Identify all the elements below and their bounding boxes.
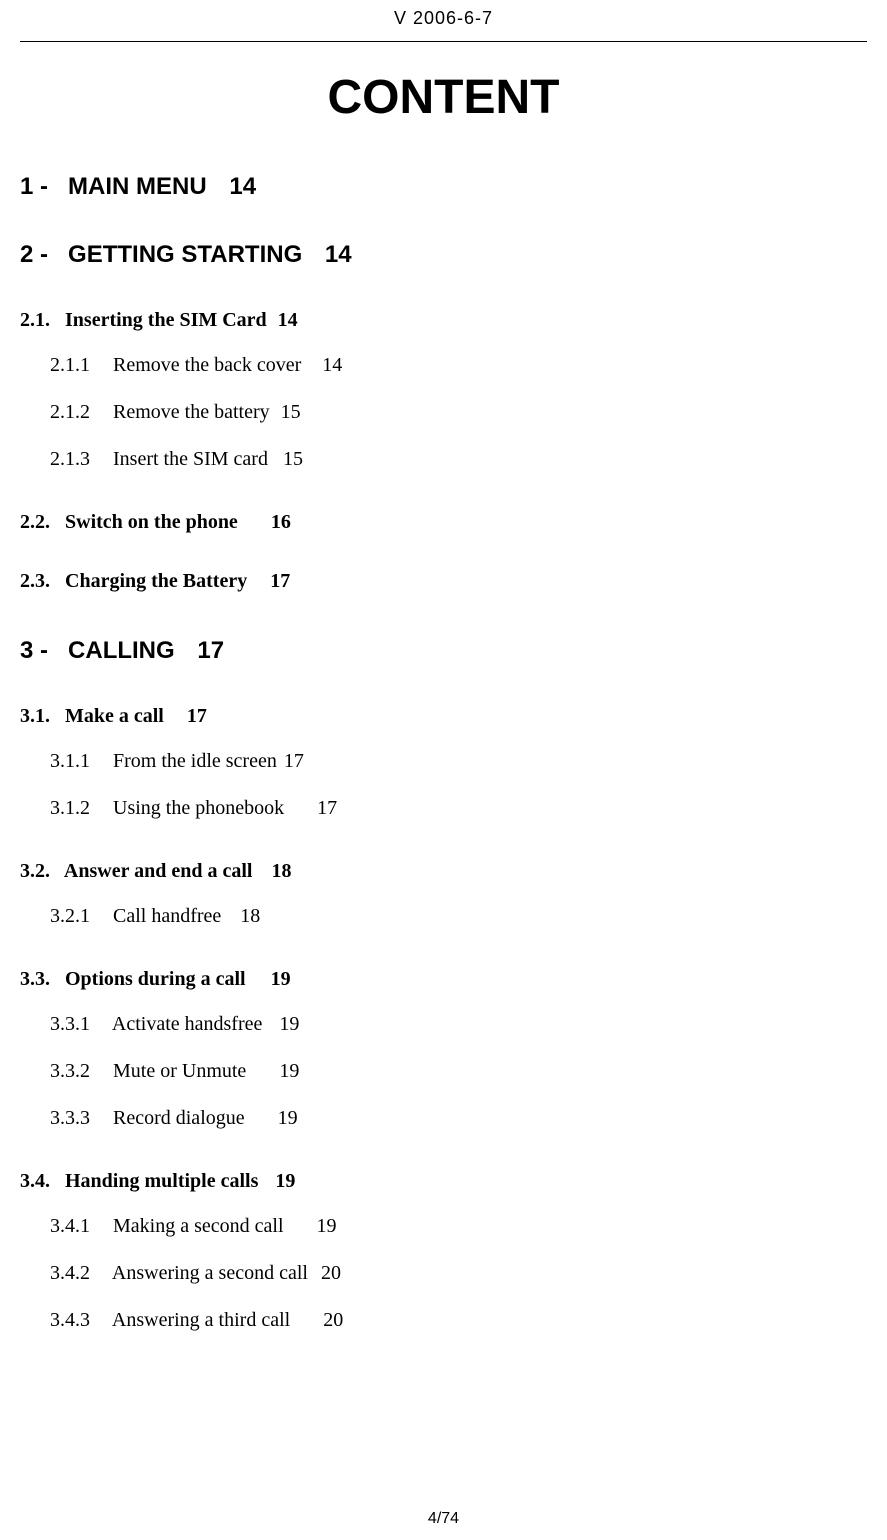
toc-page: 19: [317, 1215, 337, 1237]
toc-title: GETTING STARTING: [68, 241, 302, 268]
toc-page: 17: [197, 637, 224, 664]
toc-page: 14: [325, 241, 352, 268]
toc-number: 2.2: [20, 511, 60, 533]
toc-page: 18: [240, 905, 260, 927]
toc-page: 14: [229, 173, 256, 200]
toc-number: 3.1: [20, 705, 60, 727]
toc-title: From the idle screen: [113, 750, 277, 772]
toc-title: Answer and end a call: [64, 860, 253, 882]
toc-number: 3.2.1: [50, 905, 90, 927]
toc-page: 19: [278, 1107, 298, 1129]
toc-page: 17: [317, 797, 337, 819]
toc-number: 3.3.3: [50, 1107, 90, 1129]
toc-page: 17: [187, 705, 207, 727]
toc-page: 16: [271, 511, 291, 533]
toc-page: 18: [271, 860, 291, 882]
toc-container: 1 MAIN MENU 14 2 GETTING STARTING 14 2.1…: [0, 173, 887, 1332]
toc-page: 14: [278, 309, 298, 331]
toc-number: 3.1.2: [50, 797, 90, 819]
toc-number: 2.1.3: [50, 448, 90, 470]
toc-entry-using-phonebook: 3.1.2 Using the phonebook 17: [20, 797, 867, 820]
toc-number: 3.2: [20, 860, 60, 882]
toc-title: Answering a second call: [112, 1262, 308, 1284]
header-divider: [20, 41, 867, 42]
toc-title: Insert the SIM card: [113, 448, 268, 470]
toc-title: Switch on the phone: [65, 511, 238, 533]
toc-number: 2: [20, 241, 61, 268]
toc-title: Remove the battery: [113, 401, 270, 423]
page-footer: 4/74: [0, 1510, 887, 1528]
toc-entry-switch-on-phone: 2.2 Switch on the phone 16: [20, 511, 867, 534]
toc-page: 19: [279, 1060, 299, 1082]
toc-title: Using the phonebook: [113, 797, 284, 819]
toc-entry-main-menu: 1 MAIN MENU 14: [20, 173, 867, 201]
toc-title: Options during a call: [65, 968, 246, 990]
toc-number: 3.4.3: [50, 1309, 90, 1331]
toc-entry-mute-unmute: 3.3.2 Mute or Unmute 19: [20, 1060, 867, 1083]
toc-title: Inserting the SIM Card: [65, 309, 267, 331]
toc-page: 19: [275, 1170, 295, 1192]
toc-page: 17: [284, 750, 304, 772]
toc-title: Remove the back cover: [113, 354, 301, 376]
toc-title: Answering a third call: [112, 1309, 290, 1331]
toc-entry-from-idle-screen: 3.1.1 From the idle screen 17: [20, 750, 867, 773]
toc-entry-remove-back-cover: 2.1.1 Remove the back cover 14: [20, 354, 867, 377]
toc-title: Record dialogue: [113, 1107, 245, 1129]
toc-number: 3: [20, 637, 61, 664]
toc-entry-options-during-call: 3.3 Options during a call 19: [20, 968, 867, 991]
toc-number: 3.3.2: [50, 1060, 90, 1082]
toc-title: Make a call: [65, 705, 164, 727]
toc-title: Making a second call: [113, 1215, 284, 1237]
toc-number: 3.1.1: [50, 750, 90, 772]
toc-entry-insert-sim-card: 2.1.3 Insert the SIM card 15: [20, 448, 867, 471]
toc-title: Activate handsfree: [112, 1013, 262, 1035]
toc-page: 19: [279, 1013, 299, 1035]
toc-entry-call-handfree: 3.2.1 Call handfree 18: [20, 905, 867, 928]
toc-entry-charging-battery: 2.3 Charging the Battery 17: [20, 570, 867, 593]
toc-title: MAIN MENU: [68, 173, 207, 200]
toc-number: 1: [20, 173, 61, 200]
page-title: CONTENT: [0, 70, 887, 125]
toc-number: 2.3: [20, 570, 60, 592]
toc-number: 3.3: [20, 968, 60, 990]
toc-page: 20: [321, 1262, 341, 1284]
toc-title: Mute or Unmute: [113, 1060, 246, 1082]
toc-number: 3.4: [20, 1170, 60, 1192]
toc-entry-activate-handsfree: 3.3.1 Activate handsfree 19: [20, 1013, 867, 1036]
toc-entry-answer-end-call: 3.2 Answer and end a call 18: [20, 860, 867, 883]
toc-number: 2.1.2: [50, 401, 90, 423]
toc-title: Handing multiple calls: [65, 1170, 258, 1192]
toc-page: 17: [270, 570, 290, 592]
toc-number: 3.4.1: [50, 1215, 90, 1237]
toc-page: 14: [322, 354, 342, 376]
toc-page: 15: [283, 448, 303, 470]
toc-entry-make-a-call: 3.1 Make a call 17: [20, 705, 867, 728]
toc-number: 3.4.2: [50, 1262, 90, 1284]
toc-title: Call handfree: [113, 905, 221, 927]
toc-title: CALLING: [68, 637, 175, 664]
toc-number: 2.1.1: [50, 354, 90, 376]
toc-page: 19: [271, 968, 291, 990]
toc-title: Charging the Battery: [65, 570, 247, 592]
toc-entry-answering-third-call: 3.4.3 Answering a third call 20: [20, 1309, 867, 1332]
toc-entry-making-second-call: 3.4.1 Making a second call 19: [20, 1215, 867, 1238]
toc-entry-getting-starting: 2 GETTING STARTING 14: [20, 241, 867, 269]
toc-page: 20: [323, 1309, 343, 1331]
toc-entry-handing-multiple-calls: 3.4 Handing multiple calls 19: [20, 1170, 867, 1193]
toc-entry-record-dialogue: 3.3.3 Record dialogue 19: [20, 1107, 867, 1130]
toc-number: 2.1: [20, 309, 60, 331]
toc-entry-inserting-sim-card: 2.1 Inserting the SIM Card 14: [20, 309, 867, 332]
toc-page: 15: [281, 401, 301, 423]
header-version: V 2006-6-7: [0, 0, 887, 29]
toc-entry-remove-battery: 2.1.2 Remove the battery 15: [20, 401, 867, 424]
toc-entry-calling: 3 CALLING 17: [20, 637, 867, 665]
toc-entry-answering-second-call: 3.4.2 Answering a second call 20: [20, 1262, 867, 1285]
toc-number: 3.3.1: [50, 1013, 90, 1035]
